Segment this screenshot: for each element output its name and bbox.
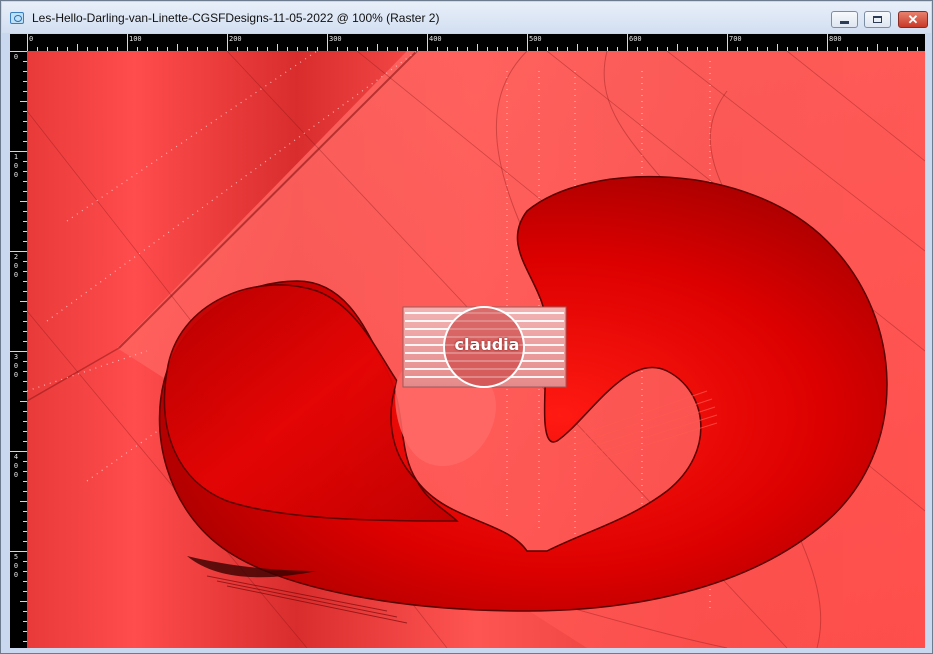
ruler-tick (10, 51, 27, 52)
image-window: Les-Hello-Darling-van-Linette-CGSFDesign… (0, 0, 933, 654)
ruler-tick (20, 501, 27, 502)
image-canvas[interactable]: claudia (27, 51, 925, 648)
ruler-label: 400 (429, 35, 442, 43)
document-area: 0 100 200 300 400 500 600 700 800 0 1 0 0 2 0 0 3 0… (10, 34, 925, 648)
ruler-label: 600 (629, 35, 642, 43)
ruler-label: 100 (129, 35, 142, 43)
ruler-corner (10, 34, 27, 51)
ruler-label: 200 (229, 35, 242, 43)
ruler-tick (20, 601, 27, 602)
ruler-label: 2 0 0 (13, 253, 19, 279)
ruler-tick (10, 351, 27, 352)
ruler-tick (20, 301, 27, 302)
ruler-tick (577, 44, 578, 51)
horizontal-ruler[interactable]: 0 100 200 300 400 500 600 700 800 (10, 34, 925, 51)
vertical-ruler[interactable]: 0 1 0 0 2 0 0 3 0 0 4 0 0 5 0 0 (10, 34, 27, 648)
ruler-tick (377, 44, 378, 51)
ruler-tick (10, 151, 27, 152)
minimize-button[interactable] (831, 11, 858, 28)
ruler-tick (127, 34, 128, 51)
ruler-label: 3 0 0 (13, 353, 19, 379)
minimize-icon (840, 21, 849, 24)
maximize-button[interactable] (864, 11, 891, 28)
ruler-label: 0 (29, 35, 34, 43)
ruler-tick (777, 44, 778, 51)
close-button[interactable]: ✕ (898, 11, 928, 28)
ruler-tick (677, 44, 678, 51)
ruler-tick (627, 34, 628, 51)
window-title: Les-Hello-Darling-van-Linette-CGSFDesign… (32, 11, 440, 25)
ruler-tick (277, 44, 278, 51)
title-bar[interactable]: Les-Hello-Darling-van-Linette-CGSFDesign… (2, 2, 931, 33)
ruler-tick (10, 251, 27, 252)
ruler-tick (20, 201, 27, 202)
image-document-icon[interactable] (10, 12, 24, 24)
ruler-tick (477, 44, 478, 51)
claudia-watermark-logo: claudia (403, 307, 566, 387)
maximize-icon (873, 16, 882, 23)
ruler-label: 4 0 0 (13, 453, 19, 479)
ruler-label: 500 (529, 35, 542, 43)
ruler-label: 800 (829, 35, 842, 43)
ruler-tick (527, 34, 528, 51)
watermark-text: claudia (454, 335, 520, 354)
close-icon: ✕ (907, 12, 919, 27)
ruler-tick (10, 551, 27, 552)
ruler-tick (327, 34, 328, 51)
ruler-label: 0 (13, 53, 19, 61)
ruler-tick (727, 34, 728, 51)
ruler-tick (27, 34, 28, 51)
ruler-tick (427, 34, 428, 51)
ruler-label: 300 (329, 35, 342, 43)
ruler-tick (877, 44, 878, 51)
ruler-tick (10, 451, 27, 452)
ruler-label: 5 0 0 (13, 553, 19, 579)
ruler-tick (20, 101, 27, 102)
ruler-tick (20, 401, 27, 402)
ruler-label: 700 (729, 35, 742, 43)
ruler-tick (227, 34, 228, 51)
ruler-tick (77, 44, 78, 51)
ruler-tick (827, 34, 828, 51)
ruler-label: 1 0 0 (13, 153, 19, 179)
ruler-tick (177, 44, 178, 51)
